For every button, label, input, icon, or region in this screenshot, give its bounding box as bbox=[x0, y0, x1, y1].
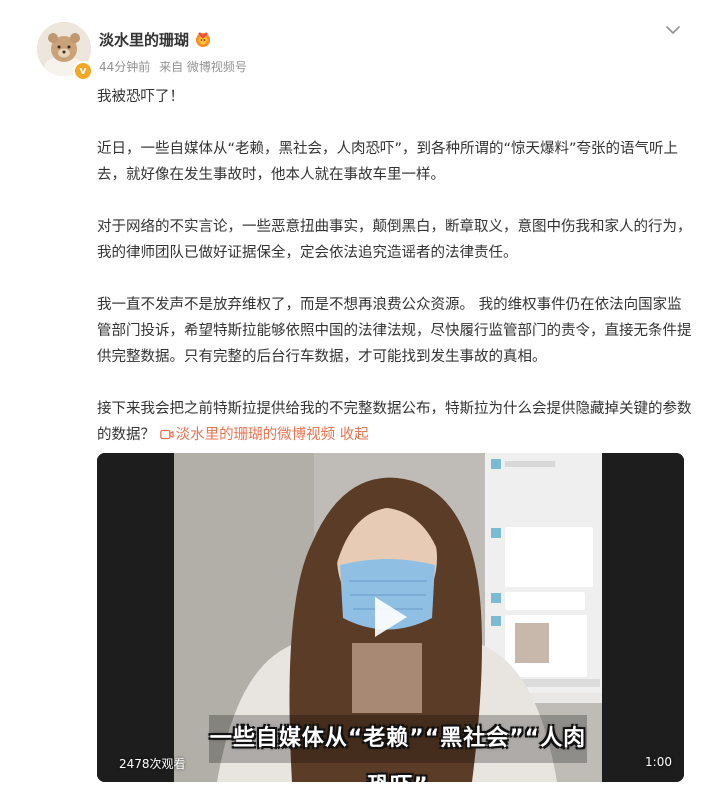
play-icon[interactable] bbox=[367, 593, 411, 641]
video-caption: 一些自媒体从“老赖”“黑社会”“人肉恐吓” bbox=[209, 715, 587, 782]
post-paragraph: 近日，一些自媒体从“老赖，黑社会，人肉恐吓”，到各种所谓的“惊天爆料”夸张的语气… bbox=[97, 141, 679, 183]
video-camera-icon bbox=[159, 429, 174, 440]
post-paragraph-last: 接下来我会把之前特斯拉提供给我的不完整数据公布，特斯拉为什么会提供隐藏掉关键的参… bbox=[97, 396, 692, 448]
video-player[interactable]: 一些自媒体从“老赖”“黑社会”“人肉恐吓” 2478次观看 1:00 bbox=[97, 453, 684, 782]
post-paragraph: 我被恐吓了！ bbox=[97, 89, 184, 105]
chevron-down-icon[interactable] bbox=[663, 20, 683, 40]
post-source: 来自 微博视频号 bbox=[159, 60, 247, 74]
fan-medal-icon bbox=[196, 32, 210, 47]
weibo-post: v 淡水里的珊瑚 44分钟前 来自 微博视频号 我被恐吓了！ 近日，一些自媒体从… bbox=[0, 0, 708, 786]
post-paragraph: 对于网络的不实言论，一些恶意扭曲事实，颠倒黑白，断章取义，意图中伤我和家人的行为… bbox=[97, 219, 692, 261]
post-time[interactable]: 44分钟前 bbox=[99, 60, 150, 74]
collapse-link[interactable]: 收起 bbox=[340, 427, 369, 443]
post-meta: 44分钟前 来自 微博视频号 bbox=[99, 58, 252, 75]
video-duration: 1:00 bbox=[645, 755, 672, 769]
view-count: 2478次观看 bbox=[119, 757, 186, 771]
post-paragraph: 我一直不发声不是放弃维权了，而是不想再浪费公众资源。 我的维权事件仍在依法向国家… bbox=[97, 297, 692, 365]
username[interactable]: 淡水里的珊瑚 bbox=[99, 29, 189, 50]
video-link[interactable]: 淡水里的珊瑚的微博视频 bbox=[159, 427, 336, 443]
post-text: 我被恐吓了！ 近日，一些自媒体从“老赖，黑社会，人肉恐吓”，到各种所谓的“惊天爆… bbox=[97, 84, 692, 474]
verified-badge-icon: v bbox=[73, 61, 93, 81]
video-link-label: 淡水里的珊瑚的微博视频 bbox=[175, 427, 336, 443]
